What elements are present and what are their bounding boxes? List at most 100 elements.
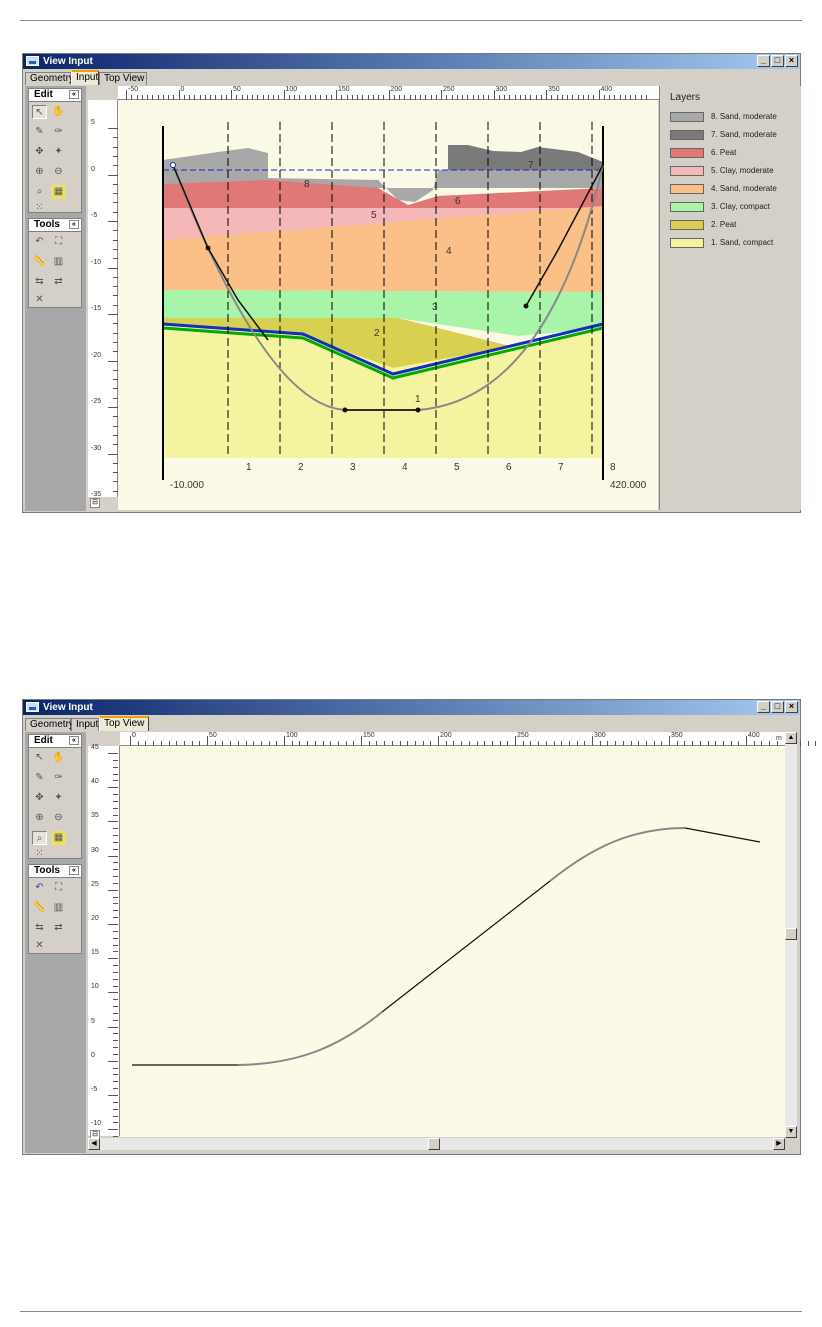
ruler-tick <box>113 1019 118 1021</box>
ruler-tick <box>361 736 362 746</box>
ruler-tick-label: -5 <box>91 212 98 219</box>
scroll-left-button[interactable]: ◀ <box>88 1138 100 1150</box>
points-icon[interactable]: ⁙ <box>32 201 47 215</box>
delete-point-icon[interactable]: ✦ <box>51 791 66 805</box>
undo-icon[interactable]: ↶ <box>32 881 47 895</box>
ruler-tick-label: 250 <box>443 86 455 93</box>
layer-number-6: 6 <box>455 196 461 207</box>
move-point-icon[interactable]: ✥ <box>32 791 47 805</box>
maximize-button[interactable]: □ <box>771 701 784 713</box>
tab-geometry[interactable]: Geometry <box>25 718 74 731</box>
right-boundary-label: 420.000 <box>610 480 647 491</box>
tab-geometry[interactable]: Geometry <box>25 72 74 85</box>
top-view-canvas[interactable] <box>120 746 785 1137</box>
move-point-icon[interactable]: ✥ <box>32 145 47 159</box>
zoom-in-icon[interactable]: ⊕ <box>32 165 47 179</box>
measure-icon[interactable]: 📏 <box>32 901 47 915</box>
ruler-tick <box>799 741 801 746</box>
select-arrow-icon[interactable]: ↖ <box>32 105 47 119</box>
collapse-tools-icon[interactable]: « <box>69 866 79 875</box>
pan-hand-icon[interactable]: ✋ <box>51 751 66 765</box>
ruler-tick <box>108 992 118 994</box>
copy-icon[interactable]: ⇆ <box>32 921 47 935</box>
legend-swatch <box>670 184 704 194</box>
close-button[interactable]: × <box>785 701 798 713</box>
horizontal-scrollbar[interactable]: ◀ ▶ <box>88 1138 785 1150</box>
ruler-tick-label: 0 <box>180 86 185 93</box>
zoom-window-icon[interactable]: ⌕ <box>32 185 47 199</box>
delete-icon[interactable]: ✕ <box>32 939 47 953</box>
grid-icon[interactable]: ▦ <box>51 185 66 199</box>
scroll-right-button[interactable]: ▶ <box>773 1138 785 1150</box>
ruler-tick-label: 200 <box>440 732 452 739</box>
title-bar[interactable]: View Input _ □ × <box>23 700 800 715</box>
grid-icon[interactable]: ▦ <box>51 831 66 845</box>
layer-icon[interactable]: ▥ <box>51 901 66 915</box>
legend-swatch <box>670 238 704 248</box>
ruler-tick <box>108 174 118 176</box>
zoom-in-icon[interactable]: ⊕ <box>32 811 47 825</box>
measure-icon[interactable]: 📏 <box>32 255 47 269</box>
minimize-button[interactable]: _ <box>757 701 770 713</box>
ruler-tick <box>108 855 118 857</box>
ruler-tick-label: 45 <box>91 744 99 751</box>
zoom-out-icon[interactable]: ⊖ <box>51 811 66 825</box>
ruler-tick-label: 150 <box>363 732 375 739</box>
scroll-up-button[interactable]: ▲ <box>785 732 797 744</box>
vertical-label-4: 4 <box>402 462 408 473</box>
paste-icon[interactable]: ⇄ <box>51 275 66 289</box>
zoom-limits-icon[interactable]: ⛶ <box>51 235 66 249</box>
collapse-tools-icon[interactable]: « <box>69 220 79 229</box>
vertical-ruler: 5 0 -5 -10 -15 -20 -25 -30 -35 <box>88 100 118 498</box>
zoom-window-icon[interactable]: ⌕ <box>32 831 47 845</box>
vertical-scrollbar[interactable]: ▲ ▼ <box>785 732 797 1138</box>
edit-panel-title: Edit <box>34 89 53 100</box>
ruler-tick <box>108 360 118 362</box>
ruler-tick <box>113 828 118 830</box>
ruler-tick <box>113 917 118 919</box>
pan-hand-icon[interactable]: ✋ <box>51 105 66 119</box>
scroll-down-button[interactable]: ▼ <box>785 1126 797 1138</box>
vertical-label-8: 8 <box>610 462 616 473</box>
add-line-icon[interactable]: ✑ <box>51 771 66 785</box>
tab-top-view[interactable]: Top View <box>99 716 149 731</box>
copy-icon[interactable]: ⇆ <box>32 275 47 289</box>
tab-top-view[interactable]: Top View <box>99 72 147 85</box>
add-line-icon[interactable]: ✑ <box>51 125 66 139</box>
legend-swatch <box>670 148 704 158</box>
ruler-tick-label: 250 <box>517 732 529 739</box>
close-button[interactable]: × <box>785 55 798 67</box>
ruler-tick-label: 50 <box>209 732 217 739</box>
ruler-tick <box>113 766 118 768</box>
ruler-tick <box>113 862 118 864</box>
collapse-edit-icon[interactable]: « <box>69 90 79 99</box>
layer-icon[interactable]: ▥ <box>51 255 66 269</box>
zoom-limits-icon[interactable]: ⛶ <box>51 881 66 895</box>
legend-label: 2. Peat <box>711 220 737 229</box>
zoom-out-icon[interactable]: ⊖ <box>51 165 66 179</box>
delete-icon[interactable]: ✕ <box>32 293 47 307</box>
vertical-scroll-thumb[interactable] <box>785 928 797 940</box>
collapse-edit-icon[interactable]: « <box>69 736 79 745</box>
ruler-tick <box>113 807 118 809</box>
tab-input[interactable]: Input <box>71 70 99 85</box>
delete-point-icon[interactable]: ✦ <box>51 145 66 159</box>
maximize-button[interactable]: □ <box>771 55 784 67</box>
ruler-tick <box>441 90 442 100</box>
title-bar[interactable]: View Input _ □ × <box>23 54 800 69</box>
ruler-corner[interactable]: ⊟ <box>90 498 100 508</box>
cross-section-canvas[interactable]: 8 7 6 5 4 3 2 1 1 2 3 4 5 6 7 8 -10.000 … <box>118 100 658 510</box>
undo-icon[interactable]: ↶ <box>32 235 47 249</box>
tab-input[interactable]: Input <box>71 718 99 731</box>
add-point-icon[interactable]: ✎ <box>32 125 47 139</box>
ruler-tick-label: 5 <box>91 1017 95 1025</box>
paste-icon[interactable]: ⇄ <box>51 921 66 935</box>
horizontal-scroll-thumb[interactable] <box>428 1138 440 1150</box>
legend-swatch <box>670 112 704 122</box>
add-point-icon[interactable]: ✎ <box>32 771 47 785</box>
points-icon[interactable]: ⁙ <box>32 847 47 861</box>
select-arrow-icon[interactable]: ↖ <box>32 751 47 765</box>
ruler-tick <box>113 876 118 878</box>
ruler-tick <box>113 1053 118 1055</box>
minimize-button[interactable]: _ <box>757 55 770 67</box>
